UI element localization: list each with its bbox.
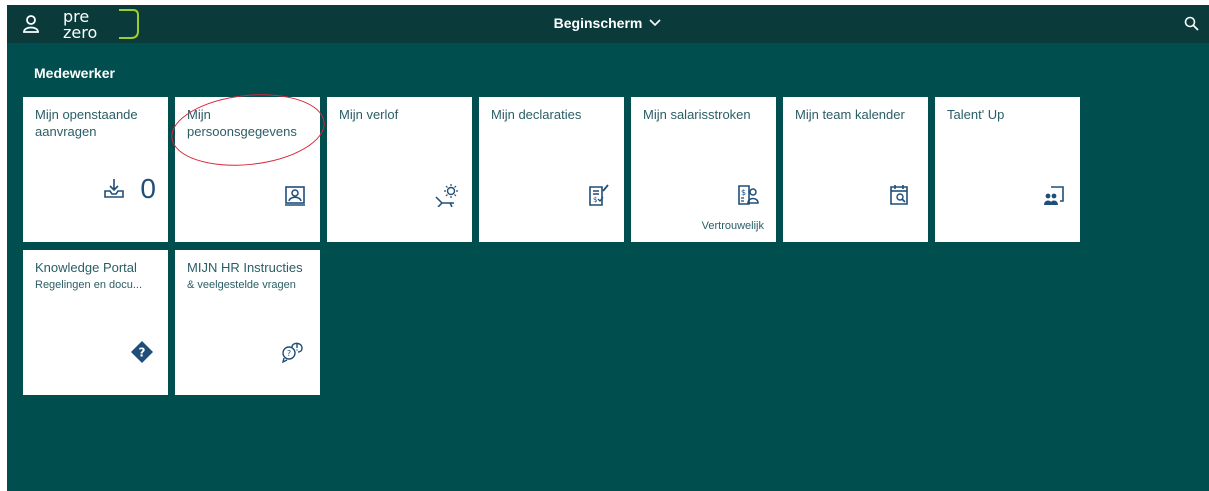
tile-mijn-team-kalender[interactable]: Mijn team kalender	[783, 97, 928, 242]
tile-title: Knowledge Portal	[35, 260, 137, 275]
user-button[interactable]	[21, 13, 41, 35]
beach-chair-sun-icon	[435, 184, 458, 207]
question-diamond-icon: ?	[131, 341, 153, 363]
tile-title: MIJN HR Instructies	[187, 260, 303, 275]
home-menu-button[interactable]: Beginscherm	[554, 15, 663, 31]
tile-title: Mijn persoonsgegevens	[187, 107, 297, 139]
svg-text:?: ?	[287, 349, 291, 358]
tile-title: Mijn team kalender	[795, 107, 905, 122]
calendar-search-icon	[890, 185, 908, 205]
tile-mijn-openstaande-aanvragen[interactable]: Mijn openstaande aanvragen 0	[23, 97, 168, 242]
expense-report-icon: $	[589, 184, 609, 206]
tile-title: Mijn verlof	[339, 107, 399, 122]
tile-footer: Vertrouwelijk	[701, 220, 764, 232]
payslip-icon: $	[738, 185, 759, 205]
shell-title: Beginscherm	[553, 15, 643, 31]
tile-title: Mijn openstaande aanvragen	[35, 107, 138, 139]
svg-text:$: $	[741, 188, 746, 197]
inbox-download-icon	[104, 179, 124, 198]
tile-subtitle: Regelingen en docu...	[35, 279, 143, 291]
tile-mijn-declaraties[interactable]: Mijn declaraties $	[479, 97, 624, 242]
shell-title-container: Beginscherm	[7, 15, 1209, 31]
search-button[interactable]	[1183, 15, 1201, 33]
people-board-icon	[1044, 186, 1064, 205]
tile-mijn-hr-instructies[interactable]: MIJN HR Instructies & veelgestelde vrage…	[175, 250, 320, 395]
tile-mijn-verlof[interactable]: Mijn verlof	[327, 97, 472, 242]
logo-text-bottom: zero	[63, 23, 97, 41]
tile-mijn-persoonsgegevens[interactable]: Mijn persoonsgegevens	[175, 97, 320, 242]
chevron-down-icon	[649, 19, 661, 27]
tile-title: Mijn salarisstroken	[643, 107, 751, 122]
shell-bar: pre zero Beginscherm	[7, 5, 1209, 43]
prezero-logo[interactable]: pre zero	[57, 7, 145, 42]
user-icon	[23, 15, 39, 33]
id-card-icon	[285, 186, 305, 206]
tile-title: Mijn declaraties	[491, 107, 582, 122]
search-icon	[1184, 16, 1199, 31]
tile-talent-up[interactable]: Talent' Up	[935, 97, 1080, 242]
chat-question-icon: ?	[281, 342, 303, 364]
tile-mijn-salarisstroken[interactable]: Mijn salarisstroken $ Vertrouwelijk	[631, 97, 776, 242]
svg-text:$: $	[593, 196, 597, 204]
tile-knowledge-portal[interactable]: Knowledge Portal Regelingen en docu... ?	[23, 250, 168, 395]
tile-title: Talent' Up	[947, 107, 1005, 122]
pending-count: 0	[140, 173, 156, 204]
app-canvas: pre zero Beginscherm Medewerker Mijn ope…	[7, 5, 1209, 491]
svg-text:?: ?	[139, 346, 146, 360]
tile-subtitle: & veelgestelde vragen	[187, 279, 296, 291]
group-title: Medewerker	[34, 65, 115, 81]
